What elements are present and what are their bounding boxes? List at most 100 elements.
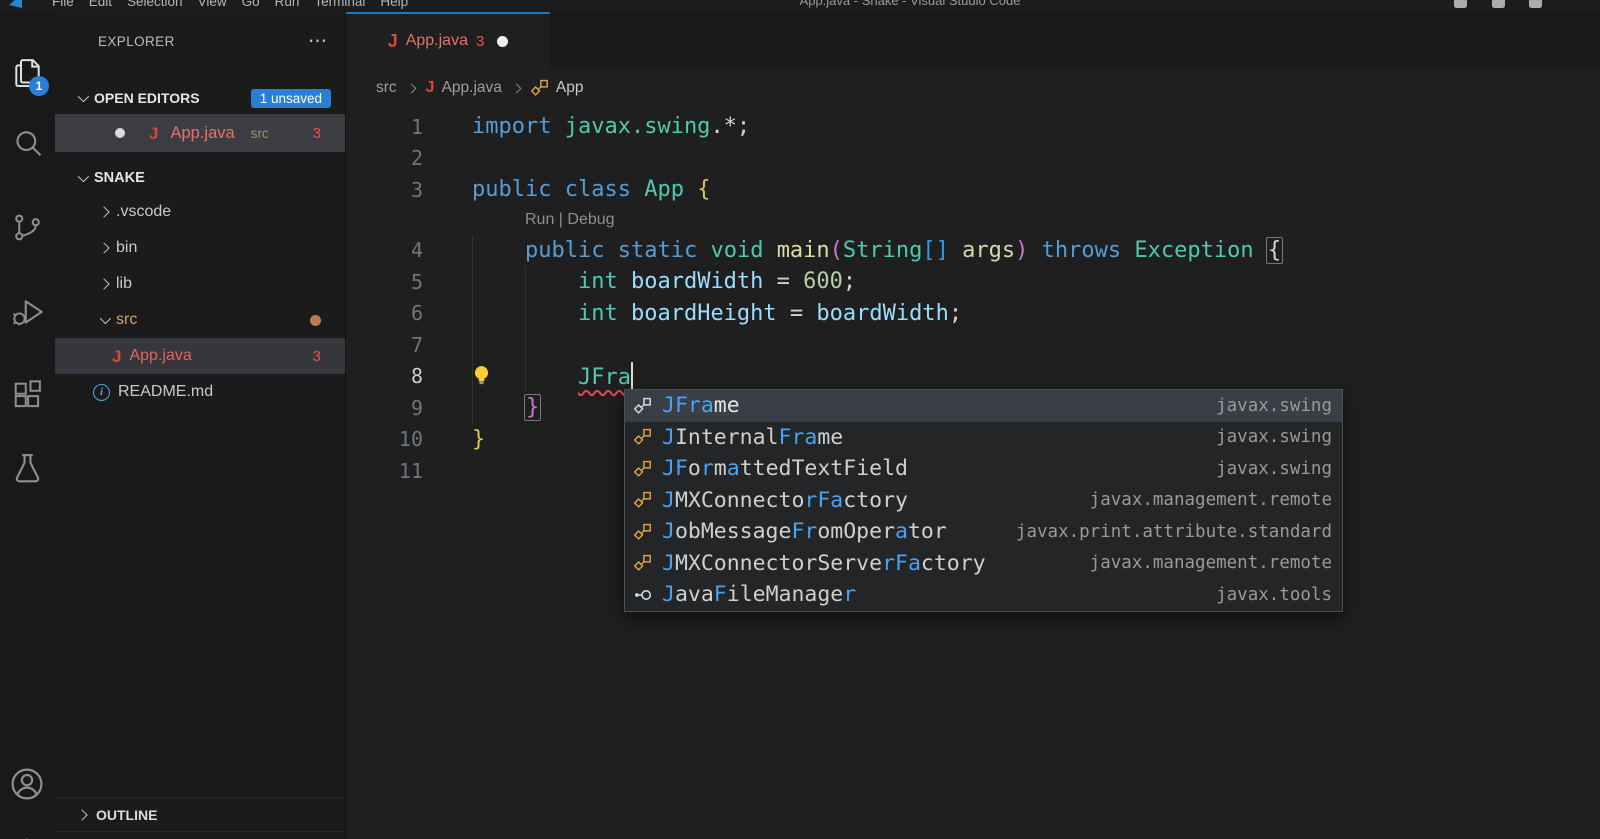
breadcrumb-src[interactable]: src — [376, 79, 397, 97]
code-line-5[interactable]: 5 int boardWidth = 600; — [346, 266, 1600, 298]
close-icon[interactable] — [1529, 0, 1542, 8]
suggestion-label: JobMessageFromOperator — [662, 519, 947, 545]
code-line-7[interactable]: 7 — [346, 329, 1600, 361]
suggestion-label: JInternalFrame — [662, 424, 844, 450]
more-actions-button[interactable]: ⋯ — [308, 30, 327, 53]
testing-icon[interactable] — [11, 451, 44, 484]
class-symbol-icon — [631, 554, 655, 572]
suggestion-package: javax.tools — [1216, 584, 1332, 605]
line-number: 2 — [410, 146, 423, 171]
line-content: import javax.swing.*; — [423, 114, 750, 139]
menu-selection[interactable]: Selection — [127, 0, 183, 9]
problem-count-badge: 3 — [312, 124, 321, 142]
open-editor-App.java[interactable]: J App.java src 3 — [55, 114, 345, 152]
menu-help[interactable]: Help — [380, 0, 408, 9]
text-cursor — [630, 362, 634, 390]
sidebar-title: EXPLORER — [98, 33, 175, 49]
line-content: int boardWidth = 600; — [423, 269, 856, 294]
code-line-6[interactable]: 6 int boardHeight = boardWidth; — [346, 298, 1600, 330]
lightbulb-icon[interactable] — [472, 365, 491, 390]
class-symbol-icon — [631, 460, 655, 478]
menu-terminal[interactable]: Terminal — [314, 0, 365, 9]
run-and-debug-icon[interactable] — [11, 296, 44, 329]
folder-bin[interactable]: bin — [55, 230, 345, 266]
suggestion-JavaFileManager[interactable]: JavaFileManager javax.tools — [625, 579, 1342, 611]
open-editors-header[interactable]: OPEN EDITORS 1 unsaved — [55, 82, 345, 114]
token: boardWidth — [630, 269, 764, 295]
codelens-row: Run | Debug — [346, 206, 1600, 235]
sidebar-title-row: EXPLORER ⋯ — [55, 26, 345, 56]
class-symbol-icon — [631, 428, 655, 446]
suggestion-package: javax.swing — [1216, 427, 1332, 448]
code-line-4[interactable]: 4 public static void main(String[] args)… — [346, 235, 1600, 267]
line-number: 11 — [398, 458, 423, 483]
modified-dot-icon[interactable] — [115, 128, 125, 138]
maximize-icon[interactable] — [1491, 0, 1505, 8]
intellisense-suggest-widget: JFrame javax.swing JInternalFrame javax.swi… — [624, 389, 1343, 612]
chevron-right-icon — [76, 808, 88, 821]
token: = — [763, 269, 804, 295]
token: ) — [1015, 237, 1029, 263]
token: int — [577, 269, 618, 295]
workspace-header[interactable]: SNAKE — [55, 162, 345, 194]
token: public — [524, 237, 605, 263]
chevron-right-icon — [98, 242, 110, 254]
suggestion-package: javax.swing — [1216, 395, 1332, 416]
bracket-match: } — [523, 394, 542, 422]
folder-lib[interactable]: lib — [55, 266, 345, 302]
account-icon[interactable] — [9, 766, 45, 802]
minimize-icon[interactable] — [1454, 0, 1468, 8]
code-line-8[interactable]: 8 JFra — [346, 361, 1600, 393]
tab-app-java[interactable]: J App.java 3 — [346, 12, 550, 68]
folder-src[interactable]: src — [55, 302, 345, 338]
folder-.vscode[interactable]: .vscode — [55, 194, 345, 230]
suggestion-JobMessageFromOperator[interactable]: JobMessageFromOperator javax.print.attrib… — [625, 516, 1342, 548]
line-content: public class App { — [423, 177, 710, 202]
suggestion-JMXConnectorFactory[interactable]: JMXConnectorFactory javax.management.remo… — [625, 485, 1342, 517]
token: boardWidth — [816, 300, 949, 326]
suggestion-JFrame[interactable]: JFrame javax.swing — [625, 390, 1342, 422]
suggestion-JInternalFrame[interactable]: JInternalFrame javax.swing — [625, 422, 1342, 454]
codelens-run[interactable]: Run — [525, 211, 554, 228]
menu-file[interactable]: File — [52, 0, 74, 9]
token: [] — [922, 237, 949, 263]
search-icon[interactable] — [11, 127, 44, 160]
open-editors-label: OPEN EDITORS — [94, 90, 200, 106]
unsaved-dot-icon[interactable] — [497, 35, 509, 47]
menu-run[interactable]: Run — [275, 0, 300, 9]
code-line-2[interactable]: 2 — [346, 143, 1600, 175]
extensions-icon[interactable] — [11, 379, 44, 412]
suggestion-JFormattedTextField[interactable]: JFormattedTextField javax.swing — [625, 453, 1342, 485]
class-symbol-icon — [631, 523, 655, 541]
java-file-icon: J — [149, 123, 159, 143]
menu-go[interactable]: Go — [242, 0, 260, 9]
token: public — [472, 177, 552, 203]
breadcrumb-file[interactable]: App.java — [442, 79, 502, 97]
token: class — [564, 177, 631, 203]
file-README.md[interactable]: i README.md — [55, 374, 345, 410]
suggestion-JMXConnectorServerFactory[interactable]: JMXConnectorServerFactory javax.managemen… — [625, 548, 1342, 580]
line-number: 5 — [410, 269, 423, 294]
code-line-1[interactable]: 1 import javax.swing.*; — [346, 111, 1600, 143]
editor-group: J App.java 3 src J App.java App 1 import … — [346, 12, 1600, 839]
suggestion-label: JFormattedTextField — [662, 456, 908, 482]
codelens-debug[interactable]: Debug — [567, 211, 614, 228]
code-line-3[interactable]: 3 public class App { — [346, 174, 1600, 206]
open-editors-list: J App.java src 3 — [55, 114, 345, 152]
file-App.java[interactable]: J App.java 3 — [55, 338, 345, 374]
menu-view[interactable]: View — [198, 0, 227, 9]
file-name: App.java — [170, 123, 235, 142]
folder-name: src — [116, 311, 138, 328]
breadcrumb-symbol[interactable]: App — [556, 79, 584, 97]
menu-edit[interactable]: Edit — [89, 0, 112, 9]
source-control-icon[interactable] — [11, 211, 44, 244]
panel-timeline[interactable]: TIMELINE — [55, 831, 345, 839]
titlebar: File Edit Selection View Go Run Terminal Help A… — [0, 0, 1600, 12]
panel-outline[interactable]: OUTLINE — [55, 797, 345, 831]
